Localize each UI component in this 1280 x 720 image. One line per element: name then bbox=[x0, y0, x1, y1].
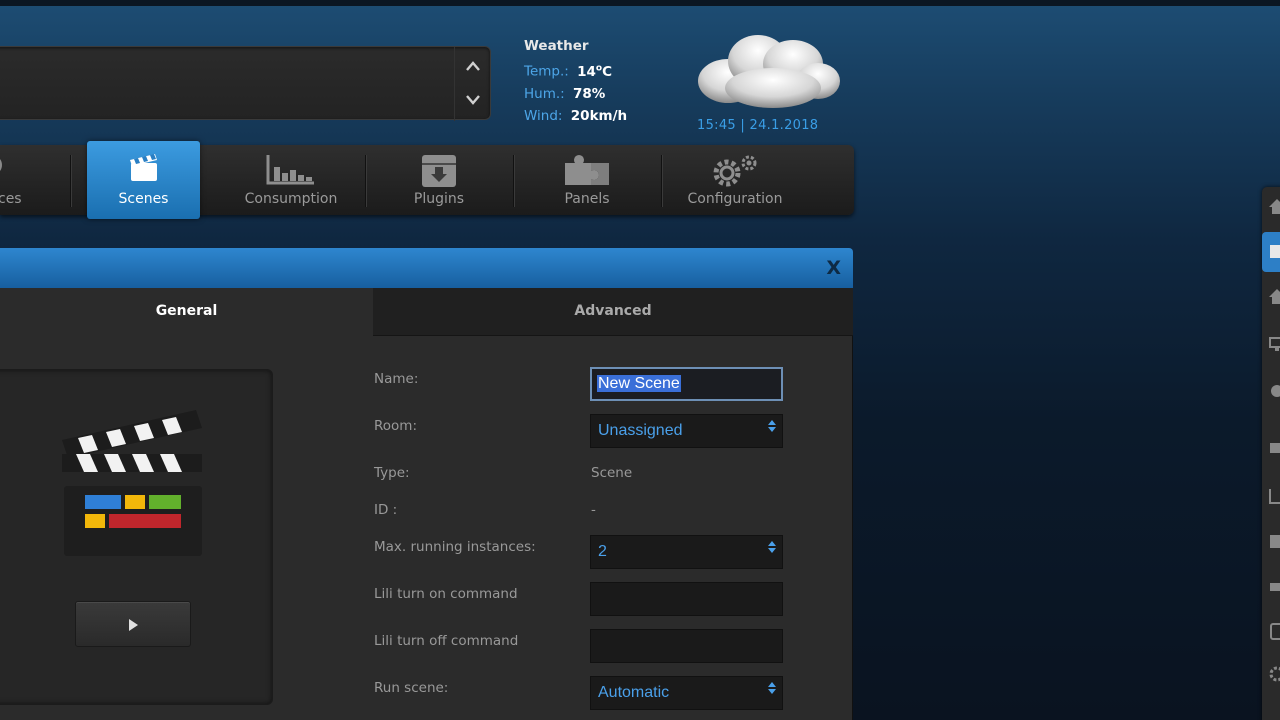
nav-divider bbox=[70, 155, 71, 207]
nav-label-panels: Panels bbox=[564, 191, 610, 207]
nav-label-plugins: Plugins bbox=[413, 191, 465, 207]
puzzle-icon bbox=[565, 155, 609, 185]
box-icon[interactable] bbox=[1268, 532, 1280, 552]
lili-off-input[interactable] bbox=[590, 629, 783, 663]
select-arrows-icon bbox=[768, 677, 776, 709]
weather-widget: Weather Temp.: 14oC Hum.: 78% Wind: 20km… bbox=[524, 38, 627, 124]
humidity-value: 78% bbox=[573, 85, 606, 102]
nav-item-devices[interactable]: ces bbox=[0, 145, 70, 215]
cloud-icon bbox=[688, 26, 848, 116]
id-value: - bbox=[591, 502, 596, 518]
message-scroll-controls bbox=[454, 47, 490, 121]
nav-label-devices: ces bbox=[0, 191, 22, 207]
select-arrows-icon bbox=[768, 536, 776, 568]
weather-humidity-row: Hum.: 78% bbox=[524, 86, 627, 102]
close-button[interactable]: X bbox=[826, 257, 841, 279]
scenes-icon[interactable] bbox=[1268, 242, 1280, 262]
humidity-label: Hum.: bbox=[524, 85, 565, 102]
nav-item-scenes[interactable]: Scenes bbox=[87, 141, 200, 219]
temp-value: 14oC bbox=[577, 63, 613, 80]
name-input[interactable]: New Scene bbox=[590, 367, 783, 401]
monitor-icon[interactable] bbox=[1268, 335, 1280, 355]
nav-item-panels[interactable]: Panels bbox=[514, 145, 660, 215]
right-toolbar bbox=[1262, 187, 1280, 720]
bulb-icon[interactable] bbox=[1268, 383, 1280, 403]
select-arrows-icon bbox=[768, 415, 776, 447]
clapper-icon[interactable] bbox=[1268, 437, 1280, 457]
message-panel bbox=[0, 46, 491, 121]
weather-title: Weather bbox=[524, 38, 589, 54]
lili-on-input[interactable] bbox=[590, 582, 783, 616]
weather-temp-row: Temp.: 14oC bbox=[524, 63, 627, 80]
room-select[interactable]: Unassigned bbox=[590, 414, 783, 448]
panel-icon[interactable] bbox=[1268, 622, 1280, 642]
lili-on-label: Lili turn on command bbox=[374, 586, 518, 602]
nav-item-plugins[interactable]: Plugins bbox=[366, 145, 512, 215]
name-label: Name: bbox=[374, 371, 419, 387]
nav-label-configuration: Configuration bbox=[687, 191, 783, 207]
max-instances-label: Max. running instances: bbox=[374, 539, 536, 555]
nav-label-scenes: Scenes bbox=[118, 191, 169, 207]
home-icon[interactable] bbox=[1268, 197, 1280, 217]
weather-wind-row: Wind: 20km/h bbox=[524, 108, 627, 124]
room-icon[interactable] bbox=[1268, 287, 1280, 307]
clapperboard-icon bbox=[129, 154, 157, 181]
type-value: Scene bbox=[591, 465, 633, 481]
date-time: 15:45 | 24.1.2018 bbox=[697, 118, 819, 133]
tab-general[interactable]: General bbox=[0, 288, 373, 336]
nav-item-configuration[interactable]: Configuration bbox=[662, 145, 808, 215]
nav-item-consumption[interactable]: Consumption bbox=[218, 145, 364, 215]
run-scene-select[interactable]: Automatic bbox=[590, 676, 783, 710]
gear-icon[interactable] bbox=[1268, 665, 1280, 685]
puzzle-icon[interactable] bbox=[1268, 577, 1280, 597]
id-label: ID : bbox=[374, 502, 398, 518]
gears-icon bbox=[713, 155, 757, 187]
bar-chart-icon bbox=[266, 155, 314, 185]
chevron-up-icon[interactable] bbox=[463, 57, 483, 77]
play-button[interactable] bbox=[75, 601, 191, 647]
top-edge bbox=[0, 0, 1280, 6]
temp-label: Temp.: bbox=[524, 63, 569, 80]
type-label: Type: bbox=[374, 465, 410, 481]
max-instances-select[interactable]: 2 bbox=[590, 535, 783, 569]
box-download-icon bbox=[422, 155, 456, 187]
bulb-icon bbox=[0, 159, 2, 171]
tab-advanced[interactable]: Advanced bbox=[373, 288, 853, 336]
dialog-header: X bbox=[0, 248, 853, 288]
nav-label-consumption: Consumption bbox=[244, 191, 338, 207]
wind-value: 20km/h bbox=[570, 107, 628, 124]
room-label: Room: bbox=[374, 418, 417, 434]
wind-label: Wind: bbox=[524, 107, 563, 124]
main-nav: ces Scenes Consumption Plugins Panels Co… bbox=[0, 141, 854, 219]
run-scene-label: Run scene: bbox=[374, 680, 449, 696]
bar-chart-icon[interactable] bbox=[1268, 487, 1280, 507]
clapperboard-icon bbox=[58, 404, 208, 568]
lili-off-label: Lili turn off command bbox=[374, 633, 519, 649]
chevron-down-icon[interactable] bbox=[463, 91, 483, 111]
